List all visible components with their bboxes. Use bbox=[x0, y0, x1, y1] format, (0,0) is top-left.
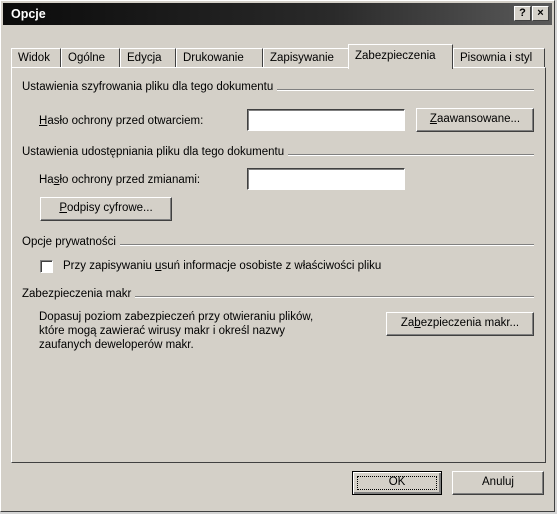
tab-strip: Widok Ogólne Edycja Drukowanie Zapisywan… bbox=[11, 44, 545, 69]
tab-pisownia-i-styl[interactable]: Pisownia i styl bbox=[453, 48, 545, 68]
open-password-label: Hasło ochrony przed otwarciem: bbox=[39, 115, 204, 127]
close-button[interactable]: × bbox=[532, 6, 549, 21]
ok-button[interactable]: OK bbox=[352, 471, 442, 495]
sharing-group-label: Ustawienia udostępniania pliku dla tego … bbox=[22, 146, 289, 158]
tab-zabezpieczenia[interactable]: Zabezpieczenia bbox=[348, 44, 453, 69]
tab-ogolne[interactable]: Ogólne bbox=[61, 48, 120, 68]
tab-edycja[interactable]: Edycja bbox=[120, 48, 176, 68]
cancel-button[interactable]: Anuluj bbox=[452, 471, 544, 495]
security-tab-panel: Ustawienia szyfrowania pliku dla tego do… bbox=[11, 67, 546, 463]
macro-security-button[interactable]: Zabezpieczenia makr... bbox=[386, 312, 534, 336]
macro-group-label: Zabezpieczenia makr bbox=[22, 288, 136, 300]
tab-drukowanie[interactable]: Drukowanie bbox=[176, 48, 263, 68]
title-bar[interactable]: Opcje ? × bbox=[3, 3, 552, 25]
macro-description: Dopasuj poziom zabezpieczeń przy otwiera… bbox=[39, 311, 314, 351]
remove-personal-info-label[interactable]: Przy zapisywaniu usuń informacje osobist… bbox=[63, 260, 381, 272]
modify-password-label: Hasło ochrony przed zmianami: bbox=[39, 174, 201, 186]
digital-signatures-button[interactable]: Podpisy cyfrowe... bbox=[40, 197, 172, 221]
help-icon: ? bbox=[519, 7, 526, 19]
options-dialog: Opcje ? × Widok Ogólne Edycja Drukowanie… bbox=[0, 0, 555, 512]
modify-password-input[interactable] bbox=[247, 168, 405, 190]
help-button[interactable]: ? bbox=[514, 6, 531, 21]
privacy-group-label: Opcje prywatności bbox=[22, 236, 120, 248]
focus-rectangle bbox=[357, 476, 437, 490]
close-icon: × bbox=[537, 7, 544, 19]
window-title: Opcje bbox=[11, 7, 46, 21]
open-password-input[interactable] bbox=[247, 109, 405, 131]
tab-widok[interactable]: Widok bbox=[11, 48, 61, 68]
tab-zapisywanie[interactable]: Zapisywanie bbox=[263, 48, 349, 68]
advanced-button[interactable]: Zaawansowane... bbox=[416, 108, 534, 132]
remove-personal-info-checkbox[interactable] bbox=[40, 260, 53, 273]
encryption-group-label: Ustawienia szyfrowania pliku dla tego do… bbox=[22, 81, 278, 93]
